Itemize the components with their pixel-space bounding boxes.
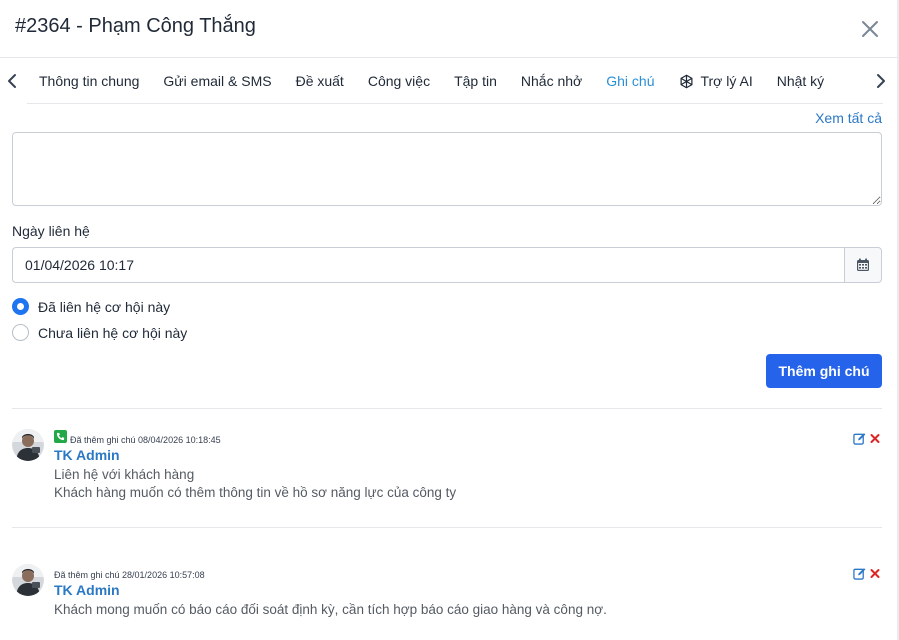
tab-email-sms[interactable]: Gửi email & SMS [151, 73, 283, 89]
avatar [12, 429, 44, 461]
avatar [12, 564, 44, 596]
note-author[interactable]: TK Admin [54, 582, 842, 598]
radio-not-contacted[interactable]: Chưa liên hệ cơ hội này [12, 324, 187, 341]
tab-notes[interactable]: Ghi chú [594, 73, 666, 89]
calendar-icon[interactable] [844, 247, 882, 283]
tab-divider [27, 103, 883, 104]
add-note-button[interactable]: Thêm ghi chú [766, 354, 882, 388]
edit-icon[interactable] [853, 432, 866, 445]
notes-divider [12, 527, 882, 528]
phone-icon [54, 430, 67, 443]
radio-not-contacted-dot[interactable] [12, 324, 29, 341]
note-textarea[interactable] [12, 132, 882, 206]
note-item: Đã thêm ghi chú 28/01/2026 10:57:08 TK A… [12, 564, 882, 624]
modal-header: #2364 - Phạm Công Thắng [0, 0, 897, 58]
contact-date-input[interactable] [12, 247, 844, 283]
radio-contacted[interactable]: Đã liên hệ cơ hội này [12, 298, 170, 315]
contact-date-label: Ngày liên hệ [12, 223, 90, 239]
tab-activity-log[interactable]: Nhật ký [765, 73, 836, 89]
tab-proposals[interactable]: Đề xuất [284, 73, 356, 89]
openai-icon [678, 73, 695, 90]
note-body: Đã thêm ghi chú 08/04/2026 10:18:45 TK A… [54, 429, 842, 501]
note-item: Đã thêm ghi chú 08/04/2026 10:18:45 TK A… [12, 429, 882, 509]
radio-not-contacted-label: Chưa liên hệ cơ hội này [38, 324, 188, 341]
view-all-link[interactable]: Xem tất cả [815, 110, 882, 126]
note-meta: Đã thêm ghi chú 08/04/2026 10:18:45 [54, 429, 842, 445]
tab-reminders[interactable]: Nhắc nhở [509, 73, 594, 89]
note-text: Liên hệ với khách hàng [54, 467, 195, 482]
note-meta: Đã thêm ghi chú 28/01/2026 10:57:08 [54, 570, 205, 580]
tab-list: Thông tin chung Gửi email & SMS Đề xuất … [27, 58, 869, 104]
delete-icon[interactable] [869, 432, 882, 445]
note-text: Khách mong muốn có báo cáo đối soát định… [54, 602, 607, 617]
tab-tasks[interactable]: Công việc [356, 73, 442, 89]
note-actions [853, 432, 882, 445]
close-icon[interactable] [861, 19, 879, 39]
radio-contacted-dot[interactable] [12, 298, 29, 315]
note-author[interactable]: TK Admin [54, 447, 842, 463]
tab-scroll-left-icon[interactable] [5, 72, 19, 90]
tab-general-info[interactable]: Thông tin chung [27, 73, 151, 89]
tab-bar: Thông tin chung Gửi email & SMS Đề xuất … [0, 58, 897, 104]
tab-files[interactable]: Tập tin [442, 73, 509, 89]
tab-ai-assistant[interactable]: Trợ lý AI [666, 73, 764, 90]
note-text: Khách hàng muốn có thêm thông tin về hồ … [54, 485, 457, 500]
radio-contacted-label: Đã liên hệ cơ hội này [38, 298, 171, 315]
delete-icon[interactable] [869, 567, 882, 580]
note-actions [853, 567, 882, 580]
note-body: Đã thêm ghi chú 28/01/2026 10:57:08 TK A… [54, 564, 842, 618]
modal-title: #2364 - Phạm Công Thắng [15, 15, 256, 37]
edit-icon[interactable] [853, 567, 866, 580]
contact-date-group [12, 247, 882, 283]
notes-divider [12, 408, 882, 409]
tab-scroll-right-icon[interactable] [874, 72, 888, 90]
